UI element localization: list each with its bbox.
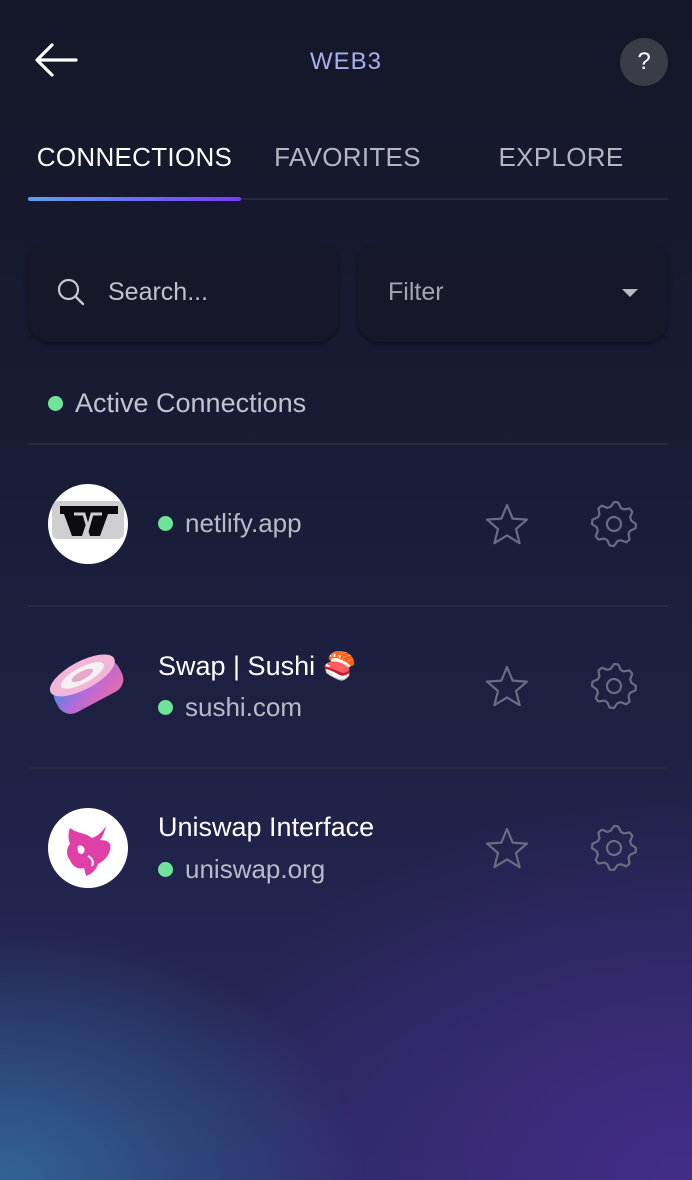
site-url: uniswap.org: [158, 854, 325, 885]
search-input[interactable]: [108, 277, 308, 307]
settings-button[interactable]: [588, 498, 640, 550]
gear-icon: [590, 662, 638, 710]
connection-row[interactable]: Uniswap Interface uniswap.org: [28, 768, 668, 928]
favorite-button[interactable]: [482, 824, 532, 874]
star-icon: [485, 827, 529, 869]
netlify-app-logo: [48, 484, 128, 564]
section-heading-label: Active Connections: [75, 387, 307, 418]
filter-label: Filter: [388, 278, 444, 306]
star-icon: [485, 503, 529, 545]
filter-dropdown[interactable]: Filter: [358, 242, 668, 342]
site-url: netlify.app: [158, 508, 302, 539]
page-title: WEB3: [309, 48, 382, 75]
site-url-text: sushi.com: [185, 692, 303, 722]
section-heading: Active Connections: [48, 386, 306, 420]
caret-down-icon: [622, 289, 638, 297]
help-button[interactable]: ?: [620, 38, 668, 86]
tab-favorites[interactable]: FAVORITES: [241, 142, 454, 198]
connection-row[interactable]: Swap | Sushi 🍣 sushi.com: [28, 606, 668, 766]
connected-status-dot: [158, 700, 173, 715]
site-url-text: netlify.app: [185, 508, 302, 538]
top-bar: WEB3 ?: [0, 0, 692, 124]
star-icon: [485, 665, 529, 707]
tab-connections[interactable]: CONNECTIONS: [28, 142, 241, 198]
gear-icon: [590, 824, 638, 872]
tab-bar: CONNECTIONS FAVORITES EXPLORE: [28, 124, 668, 201]
settings-button[interactable]: [588, 822, 640, 874]
tab-explore[interactable]: EXPLORE: [454, 142, 668, 198]
connection-row[interactable]: netlify.app: [28, 444, 668, 604]
favorite-button[interactable]: [482, 500, 532, 550]
active-status-dot: [48, 395, 63, 411]
active-tab-indicator: [28, 197, 241, 201]
site-title: Swap | Sushi 🍣: [158, 651, 357, 681]
connected-status-dot: [158, 862, 173, 877]
gear-icon: [590, 500, 638, 548]
settings-button[interactable]: [588, 660, 640, 712]
site-url-text: uniswap.org: [185, 854, 326, 884]
help-icon: ?: [637, 48, 651, 75]
sushi-logo: [48, 646, 128, 726]
site-title: Uniswap Interface: [158, 812, 375, 842]
search-icon: [57, 278, 85, 306]
search-box[interactable]: [28, 242, 338, 342]
favorite-button[interactable]: [482, 662, 532, 712]
uniswap-logo: [48, 808, 128, 888]
site-url: sushi.com: [158, 692, 302, 723]
connected-status-dot: [158, 516, 173, 531]
